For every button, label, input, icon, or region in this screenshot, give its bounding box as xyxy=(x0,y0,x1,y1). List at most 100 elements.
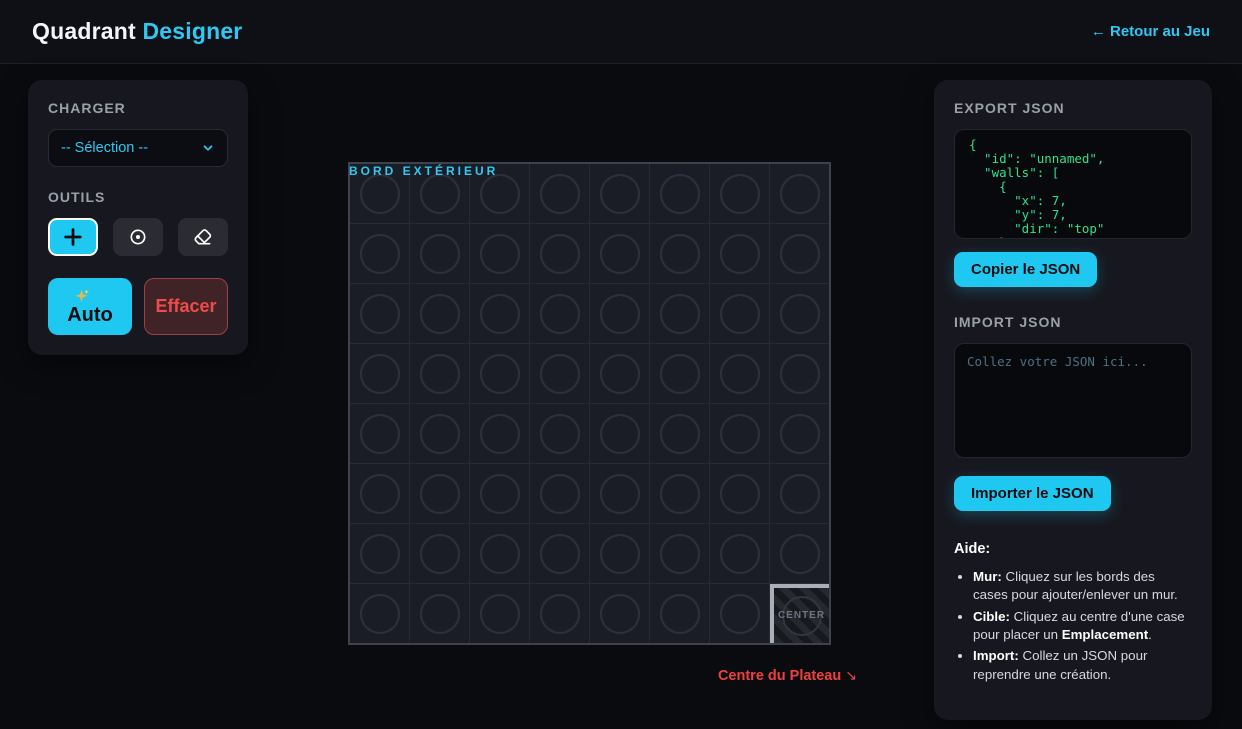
cell-target-pip xyxy=(780,234,820,274)
board-cell[interactable] xyxy=(650,584,709,643)
board-cell[interactable] xyxy=(350,284,409,343)
board-cell[interactable] xyxy=(770,464,829,523)
board-cell[interactable] xyxy=(350,344,409,403)
import-json-button[interactable]: Importer le JSON xyxy=(954,476,1111,511)
board-cell[interactable] xyxy=(710,344,769,403)
board-cell[interactable] xyxy=(470,404,529,463)
board-cell[interactable] xyxy=(590,464,649,523)
board-cell[interactable] xyxy=(650,164,709,223)
board-cell[interactable] xyxy=(770,404,829,463)
center-cell[interactable]: CENTER xyxy=(770,584,829,643)
board-cell[interactable] xyxy=(770,524,829,583)
auto-button-label: Auto xyxy=(67,304,113,327)
load-select[interactable]: -- Sélection -- xyxy=(48,129,228,167)
board-cell[interactable] xyxy=(410,404,469,463)
cell-target-pip xyxy=(780,294,820,334)
board-cell[interactable] xyxy=(530,464,589,523)
board-cell[interactable] xyxy=(650,224,709,283)
export-code: { "id": "unnamed", "walls": [ { "x": 7, … xyxy=(969,138,1177,239)
board-cell[interactable] xyxy=(710,224,769,283)
board-cell[interactable] xyxy=(770,284,829,343)
cell-target-pip xyxy=(540,294,580,334)
board-cell[interactable] xyxy=(350,584,409,643)
board-cell[interactable] xyxy=(410,464,469,523)
board-cell[interactable] xyxy=(530,224,589,283)
board-cell[interactable] xyxy=(710,404,769,463)
cell-target-pip xyxy=(660,474,700,514)
board-cell[interactable] xyxy=(770,164,829,223)
board-cell[interactable] xyxy=(650,524,709,583)
board-cell[interactable] xyxy=(650,404,709,463)
board-cell[interactable] xyxy=(530,584,589,643)
board-cell[interactable] xyxy=(470,524,529,583)
board-cell[interactable] xyxy=(470,464,529,523)
cell-target-pip xyxy=(480,294,520,334)
chevron-down-icon xyxy=(201,141,215,155)
cell-target-pip xyxy=(540,594,580,634)
board-cell[interactable] xyxy=(770,344,829,403)
board-cell[interactable] xyxy=(530,524,589,583)
cell-target-pip xyxy=(480,174,520,214)
eraser-icon xyxy=(193,227,213,247)
back-to-game-link[interactable]: ← Retour au Jeu xyxy=(1091,23,1210,40)
cell-target-pip xyxy=(720,534,760,574)
copy-json-button[interactable]: Copier le JSON xyxy=(954,252,1097,287)
target-tool-button[interactable] xyxy=(113,218,163,256)
board-cell[interactable] xyxy=(470,344,529,403)
board-cell[interactable] xyxy=(590,224,649,283)
cell-target-pip xyxy=(540,234,580,274)
board-cell[interactable] xyxy=(470,584,529,643)
board-cell[interactable] xyxy=(590,524,649,583)
cell-target-pip xyxy=(360,474,400,514)
board-cell[interactable] xyxy=(710,584,769,643)
board-cell[interactable] xyxy=(350,524,409,583)
export-code-block[interactable]: { "id": "unnamed", "walls": [ { "x": 7, … xyxy=(954,129,1192,239)
cell-target-pip xyxy=(360,414,400,454)
cell-target-pip xyxy=(540,354,580,394)
board-cell[interactable] xyxy=(410,344,469,403)
board-cell[interactable] xyxy=(710,284,769,343)
clear-button[interactable]: Effacer xyxy=(144,278,228,335)
board-cell[interactable] xyxy=(590,284,649,343)
import-json-textarea[interactable] xyxy=(954,343,1192,458)
board-cell[interactable] xyxy=(530,404,589,463)
board-cell[interactable] xyxy=(650,344,709,403)
board-cell[interactable] xyxy=(710,524,769,583)
help-item-import: Import: Collez un JSON pour reprendre un… xyxy=(973,647,1192,684)
wall-tool-button[interactable] xyxy=(48,218,98,256)
cell-target-pip xyxy=(780,534,820,574)
board-cell[interactable] xyxy=(530,284,589,343)
help-section: Aide: Mur: Cliquez sur les bords des cas… xyxy=(954,541,1192,684)
board-cell[interactable] xyxy=(410,284,469,343)
board-cell[interactable] xyxy=(530,344,589,403)
board-cell[interactable] xyxy=(590,344,649,403)
board-cell[interactable] xyxy=(470,284,529,343)
board-cell[interactable] xyxy=(410,224,469,283)
cell-target-pip xyxy=(720,174,760,214)
board-cell[interactable] xyxy=(710,464,769,523)
eraser-tool-button[interactable] xyxy=(178,218,228,256)
board-cell[interactable] xyxy=(590,404,649,463)
board-cell[interactable] xyxy=(530,164,589,223)
board-cell[interactable] xyxy=(350,404,409,463)
board-cell[interactable] xyxy=(470,224,529,283)
cell-target-pip xyxy=(780,474,820,514)
board-cell[interactable] xyxy=(350,464,409,523)
board-cell[interactable] xyxy=(770,224,829,283)
board-cell[interactable] xyxy=(710,164,769,223)
board-cell[interactable] xyxy=(410,584,469,643)
board-cell[interactable] xyxy=(650,464,709,523)
cell-target-pip xyxy=(480,594,520,634)
board-cell[interactable] xyxy=(590,164,649,223)
board-cell[interactable] xyxy=(590,584,649,643)
board-cell[interactable] xyxy=(650,284,709,343)
board-cell[interactable] xyxy=(350,224,409,283)
cell-target-pip xyxy=(720,294,760,334)
cell-target-pip xyxy=(660,354,700,394)
cell-target-pip xyxy=(420,474,460,514)
auto-generate-button[interactable]: Auto xyxy=(48,278,132,335)
target-icon xyxy=(128,227,148,247)
board-cell[interactable] xyxy=(410,524,469,583)
cell-target-pip xyxy=(480,534,520,574)
cell-target-pip xyxy=(720,354,760,394)
